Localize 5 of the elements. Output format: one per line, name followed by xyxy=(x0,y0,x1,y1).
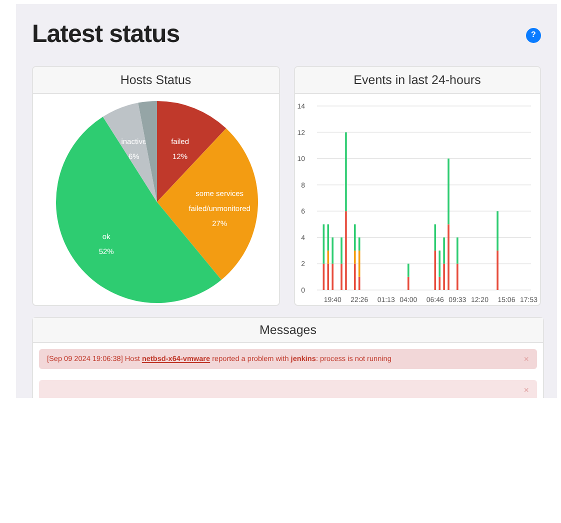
card-header: Events in last 24-hours xyxy=(294,67,540,94)
card-header: Messages xyxy=(33,318,543,343)
card-header: Hosts Status xyxy=(33,67,278,94)
page-title: Latest status xyxy=(32,19,180,50)
help-button[interactable]: ? xyxy=(526,28,541,42)
